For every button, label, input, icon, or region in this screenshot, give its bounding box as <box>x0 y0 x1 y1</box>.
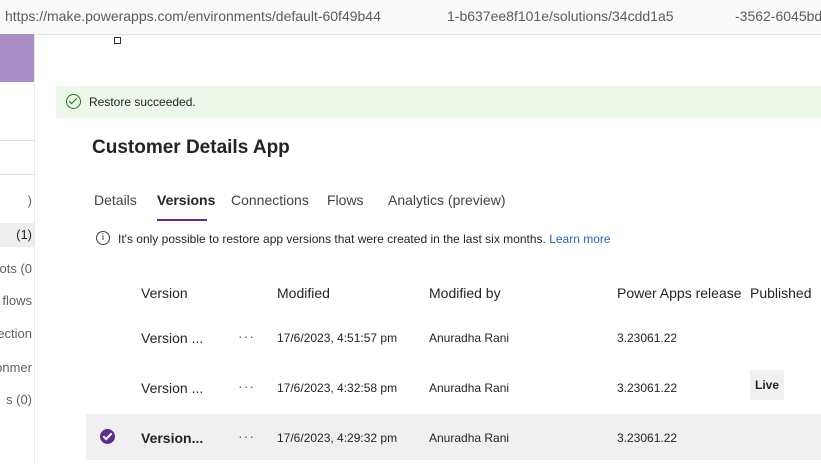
version-name: Version ... <box>141 330 204 346</box>
square-icon[interactable] <box>114 37 121 44</box>
version-name: Version... <box>141 430 204 446</box>
banner-message: Restore succeeded. <box>89 95 196 109</box>
modified-date: 17/6/2023, 4:29:32 pm <box>277 431 398 445</box>
more-options-icon[interactable]: ··· <box>238 378 255 394</box>
nav-item[interactable]: onmer <box>0 356 34 380</box>
nav-item[interactable]: ) <box>0 189 34 213</box>
column-header-published[interactable]: Published <box>750 285 812 301</box>
browser-address-bar[interactable]: https://make.powerapps.com/environments/… <box>0 0 821 35</box>
more-options-icon[interactable]: ··· <box>238 328 255 344</box>
release-version: 3.23061.22 <box>617 431 678 445</box>
active-tab-indicator <box>157 219 207 221</box>
nav-divider <box>0 140 34 141</box>
url-text-start: https://make.powerapps.com/environments/… <box>5 8 381 24</box>
info-icon: i <box>96 231 110 245</box>
release-version: 3.23061.22 <box>617 381 678 395</box>
modified-date: 17/6/2023, 4:51:57 pm <box>277 331 398 345</box>
success-banner: Restore succeeded. <box>56 86 821 118</box>
more-options-icon[interactable]: ··· <box>238 428 255 444</box>
nav-item[interactable]: ection <box>0 322 34 346</box>
nav-item[interactable]: l flows <box>0 289 34 313</box>
url-text-middle: 1-b637ee8f101e/solutions/34cdd1a5 <box>447 8 674 24</box>
nav-item[interactable]: s (0) <box>0 388 34 412</box>
nav-item-active[interactable]: (1) <box>0 223 34 247</box>
table-row[interactable]: Version ... ··· 17/6/2023, 4:32:58 pm An… <box>86 364 821 410</box>
url-text-end: -3562-6045bdaa <box>735 8 821 24</box>
tab-versions[interactable]: Versions <box>157 192 215 208</box>
selected-check-icon[interactable] <box>100 429 115 444</box>
tab-connections[interactable]: Connections <box>231 192 309 208</box>
column-header-version[interactable]: Version <box>141 285 188 301</box>
column-header-modified-by[interactable]: Modified by <box>429 285 501 301</box>
modified-by: Anuradha Rani <box>429 431 510 445</box>
nav-highlight-block <box>0 34 34 82</box>
tab-details[interactable]: Details <box>94 192 137 208</box>
release-version: 3.23061.22 <box>617 331 678 345</box>
checkmark-circle-icon <box>66 94 81 109</box>
modified-date: 17/6/2023, 4:32:58 pm <box>277 381 398 395</box>
learn-more-link[interactable]: Learn more <box>549 232 610 246</box>
nav-divider <box>0 174 34 175</box>
tab-flows[interactable]: Flows <box>327 192 364 208</box>
modified-by: Anuradha Rani <box>429 381 510 395</box>
page-title: Customer Details App <box>92 137 290 158</box>
info-text: It's only possible to restore app versio… <box>118 232 546 246</box>
column-header-release[interactable]: Power Apps release <box>617 285 742 301</box>
table-row-selected[interactable]: Version... ··· 17/6/2023, 4:29:32 pm Anu… <box>86 414 821 460</box>
modified-by: Anuradha Rani <box>429 331 510 345</box>
nav-item[interactable]: oots (0 <box>0 257 34 281</box>
table-row[interactable]: Version ... ··· 17/6/2023, 4:51:57 pm An… <box>86 314 821 360</box>
live-badge: Live <box>750 370 784 400</box>
left-nav-pane: ) (1) oots (0 l flows ection onmer s (0) <box>0 34 35 464</box>
tab-analytics[interactable]: Analytics (preview) <box>388 192 505 208</box>
column-header-modified[interactable]: Modified <box>277 285 330 301</box>
version-name: Version ... <box>141 380 204 396</box>
